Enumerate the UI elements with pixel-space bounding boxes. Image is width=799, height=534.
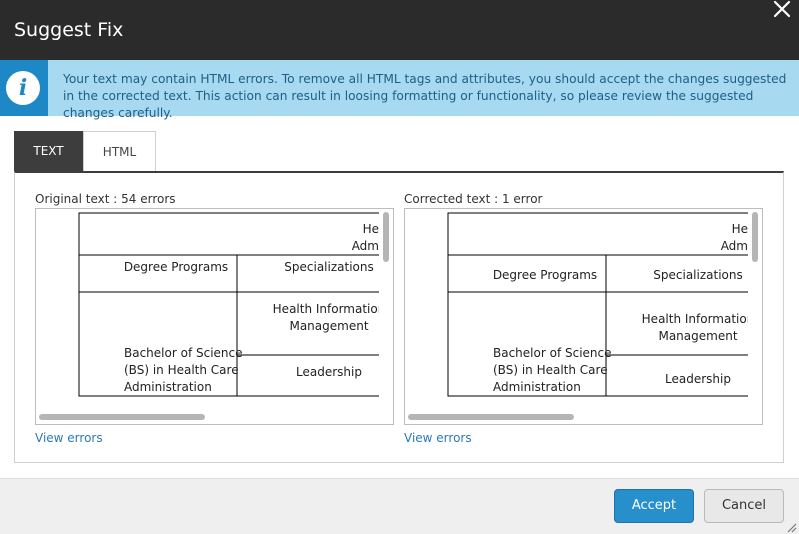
original-text-label: Original text : 54 errors: [35, 192, 176, 206]
cancel-button[interactable]: Cancel: [704, 489, 784, 523]
vertical-scrollbar-thumb: [752, 212, 758, 262]
specialization-cell-1-line-2: Management: [658, 329, 737, 343]
specialization-cell-1-line-2: Management: [289, 319, 368, 333]
accept-button[interactable]: Accept: [614, 489, 694, 523]
degree-cell-line-1: Bachelor of Science: [124, 346, 243, 360]
resize-grip-icon[interactable]: [785, 520, 797, 533]
degree-cell-line-2: (BS) in Health Care: [124, 363, 239, 377]
column-header-degree-programs: Degree Programs: [124, 260, 228, 274]
vertical-scrollbar-thumb: [383, 212, 389, 262]
view-errors-original-link[interactable]: View errors: [35, 431, 103, 445]
info-icon-container: i: [0, 60, 48, 116]
column-header-specializations: Specializations: [653, 268, 742, 282]
corrected-text-label: Corrected text : 1 error: [404, 192, 543, 206]
specialization-cell-1-line-1: Health Information: [642, 312, 755, 326]
info-icon: i: [6, 71, 40, 105]
corrected-text-preview[interactable]: He Adm Degree Programs Specializations B…: [404, 208, 763, 425]
table-header-partial-1: He: [732, 222, 748, 236]
original-table: He Adm Degree Programs Specializations B…: [78, 212, 390, 397]
view-errors-corrected-link[interactable]: View errors: [404, 431, 472, 445]
dialog-header: Suggest Fix: [0, 0, 799, 60]
corrected-table: He Adm Degree Programs Specializations B…: [447, 212, 759, 397]
info-banner: i Your text may contain HTML errors. To …: [0, 60, 799, 120]
dialog-title: Suggest Fix: [14, 19, 124, 41]
degree-cell-line-3: Administration: [493, 380, 581, 394]
table-header-partial-2: Adm: [352, 239, 379, 253]
horizontal-scrollbar-thumb: [408, 414, 574, 420]
info-message: Your text may contain HTML errors. To re…: [63, 72, 787, 120]
dialog-footer: Accept Cancel: [0, 478, 799, 534]
degree-cell-line-2: (BS) in Health Care: [493, 363, 608, 377]
specialization-cell-2: Leadership: [296, 365, 362, 379]
tab-html[interactable]: HTML: [83, 131, 156, 172]
horizontal-scrollbar-thumb: [39, 414, 205, 420]
close-icon[interactable]: [771, 0, 793, 20]
degree-cell-line-1: Bachelor of Science: [493, 346, 612, 360]
column-header-specializations: Specializations: [284, 260, 373, 274]
specialization-cell-2: Leadership: [665, 372, 731, 386]
tab-text[interactable]: TEXT: [14, 131, 83, 172]
table-header-partial-2: Adm: [721, 239, 748, 253]
degree-cell-line-3: Administration: [124, 380, 212, 394]
original-text-preview[interactable]: He Adm Degree Programs Specializations B…: [35, 208, 394, 425]
column-header-degree-programs: Degree Programs: [493, 268, 597, 282]
specialization-cell-1-line-1: Health Information: [273, 302, 386, 316]
table-header-partial-1: He: [363, 222, 379, 236]
